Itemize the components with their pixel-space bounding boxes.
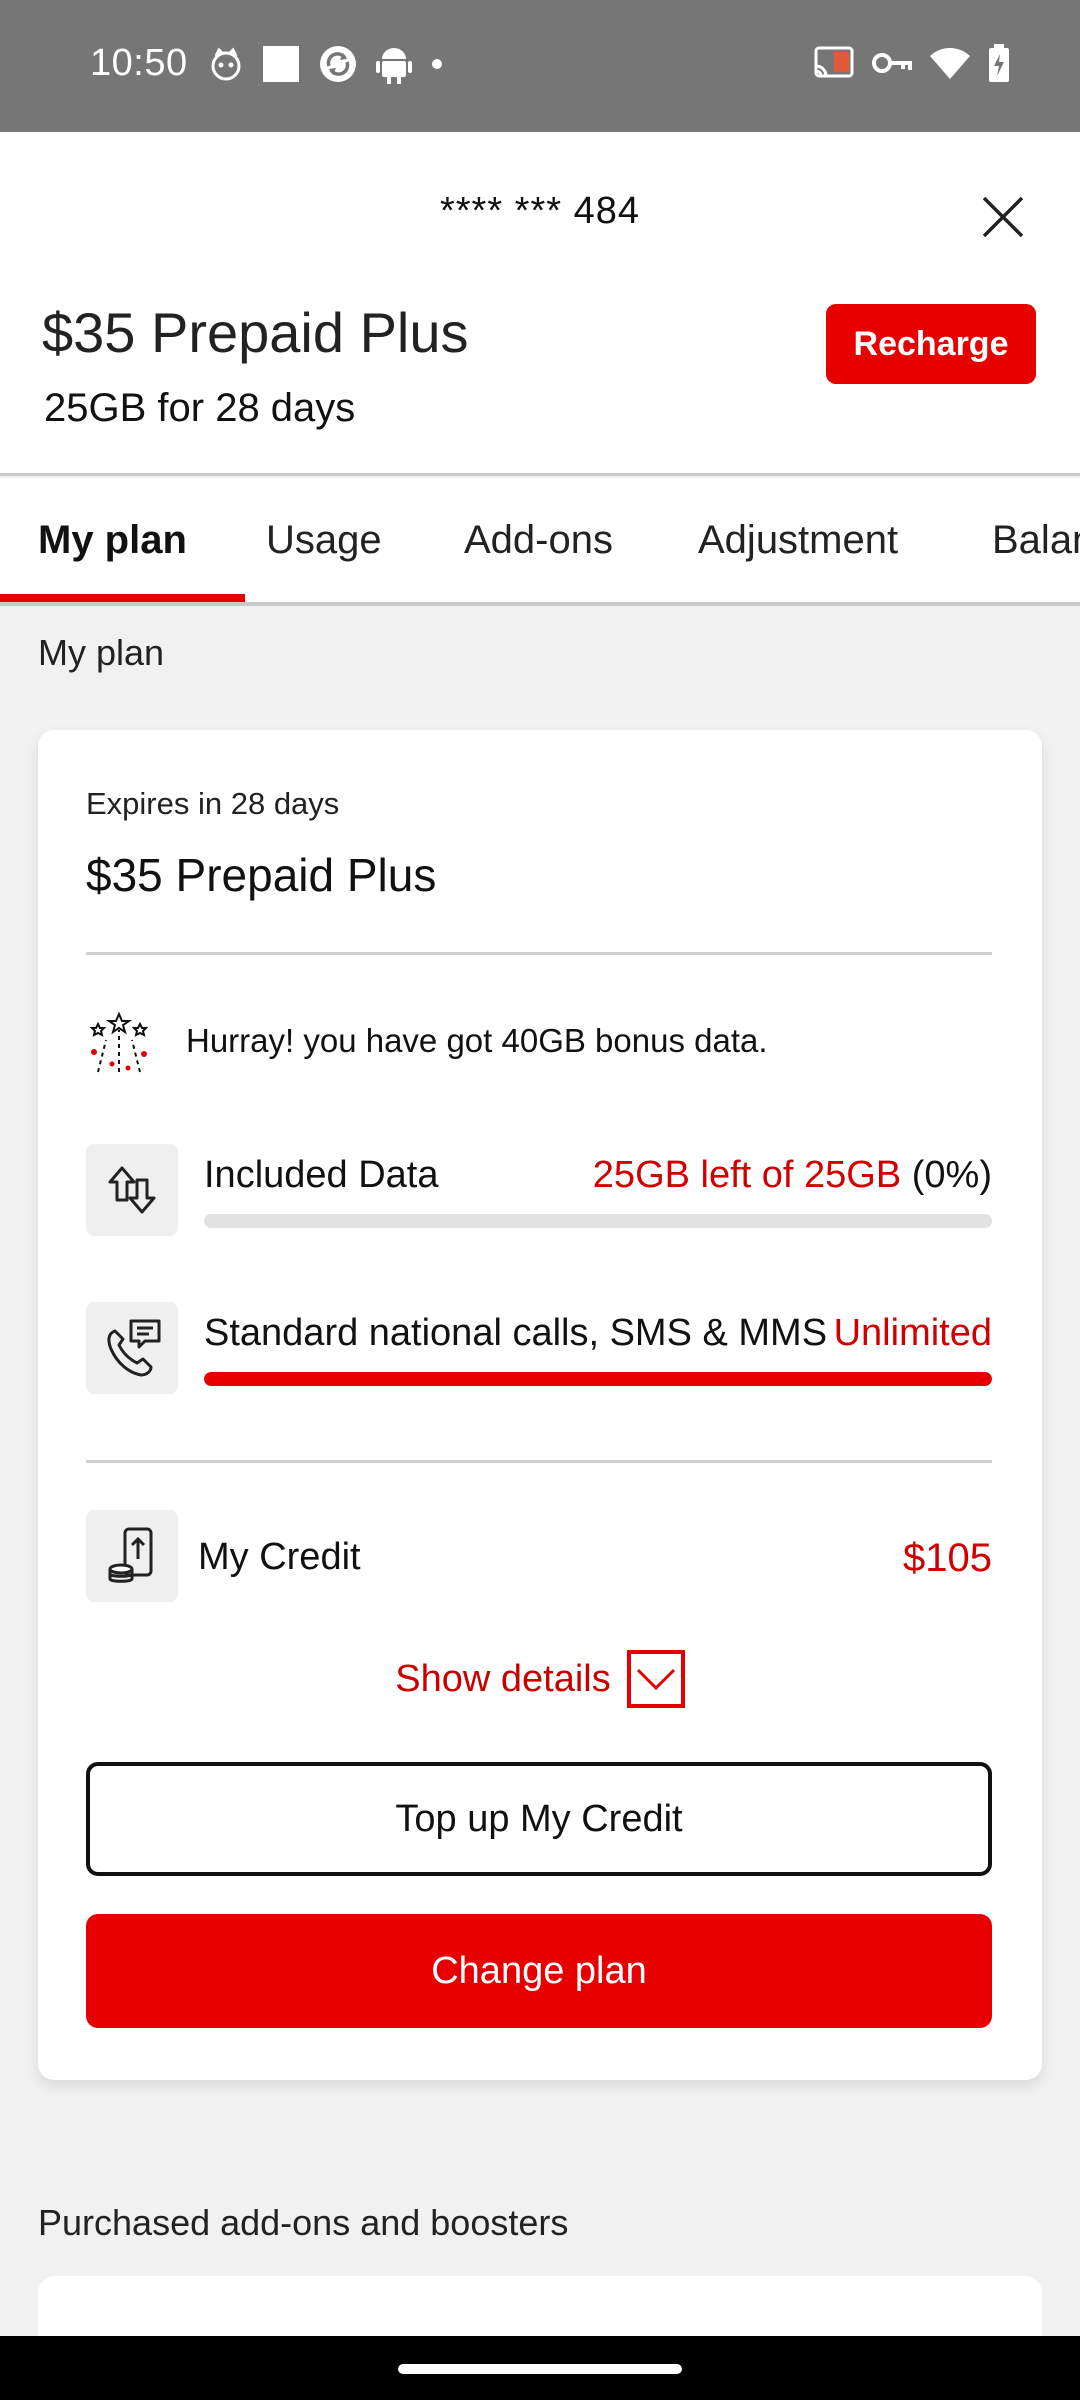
- card-plan-name: $35 Prepaid Plus: [86, 849, 437, 901]
- system-icons: [814, 44, 1010, 82]
- sync-icon: [320, 46, 356, 82]
- top-up-credit-button[interactable]: Top up My Credit: [86, 1762, 992, 1876]
- show-details-toggle[interactable]: Show details: [38, 1650, 1042, 1708]
- dot-icon: [432, 59, 442, 69]
- show-details-label: Show details: [395, 1657, 611, 1700]
- cast-icon: [814, 46, 854, 78]
- data-transfer-icon: [86, 1144, 178, 1236]
- android-icon: [376, 48, 412, 84]
- credit-phone-icon: [86, 1510, 178, 1602]
- expiry-text: Expires in 28 days: [86, 786, 340, 821]
- chevron-down-icon[interactable]: [626, 1650, 685, 1708]
- divider: [86, 1460, 992, 1463]
- data-percent-text: (0%): [911, 1154, 992, 1196]
- celebration-icon: [89, 1011, 149, 1073]
- cat-icon: [211, 47, 241, 81]
- active-tab-indicator: [0, 594, 245, 602]
- home-gesture-handle[interactable]: [398, 2364, 682, 2374]
- battery-charging-icon: [989, 44, 1009, 82]
- change-plan-button[interactable]: Change plan: [86, 1914, 992, 2028]
- included-data-label: Included Data: [204, 1154, 439, 1196]
- tab-usage[interactable]: Usage: [266, 518, 382, 563]
- tab-bar: My plan Usage Add-ons Adjustment Balan: [0, 478, 1080, 606]
- calls-usage-fill: [204, 1372, 992, 1386]
- phone-message-icon: [86, 1302, 178, 1394]
- tab-adjustment[interactable]: Adjustment: [698, 518, 898, 563]
- divider: [86, 952, 992, 955]
- data-remaining-text: 25GB left of 25GB: [592, 1154, 902, 1196]
- close-icon[interactable]: [978, 192, 1028, 242]
- system-navigation-bar: [0, 2336, 1080, 2400]
- notification-icons: [208, 44, 444, 84]
- calls-value: Unlimited: [833, 1312, 992, 1354]
- section-title: My plan: [38, 632, 165, 673]
- recharge-button[interactable]: Recharge: [826, 304, 1036, 384]
- tab-balance[interactable]: Balan: [992, 518, 1080, 563]
- tab-my-plan[interactable]: My plan: [38, 518, 187, 563]
- square-icon: [263, 46, 299, 82]
- plan-title: $35 Prepaid Plus: [42, 301, 469, 364]
- tab-add-ons[interactable]: Add-ons: [464, 518, 613, 563]
- account-number: **** *** 484: [439, 190, 641, 232]
- vpn-key-icon: [872, 53, 912, 73]
- plan-subtitle: 25GB for 28 days: [44, 386, 356, 430]
- calls-label: Standard national calls, SMS & MMS: [204, 1312, 828, 1354]
- wifi-icon: [930, 48, 970, 79]
- my-credit-value: $105: [903, 1536, 992, 1580]
- included-data-value: 25GB left of 25GB (0%): [593, 1154, 992, 1197]
- plan-header: **** *** 484 $35 Prepaid Plus 25GB for 2…: [0, 132, 1080, 476]
- my-credit-label: My Credit: [198, 1536, 361, 1578]
- calls-usage-bar: [204, 1372, 992, 1386]
- bonus-data-message: Hurray! you have got 40GB bonus data.: [186, 1022, 768, 1059]
- addons-section-title: Purchased add-ons and boosters: [38, 2202, 569, 2243]
- data-usage-bar: [204, 1214, 992, 1228]
- plan-card: Expires in 28 days $35 Prepaid Plus Hurr…: [38, 730, 1042, 2080]
- status-time: 10:50: [90, 42, 188, 84]
- status-bar: 10:50: [0, 0, 1080, 132]
